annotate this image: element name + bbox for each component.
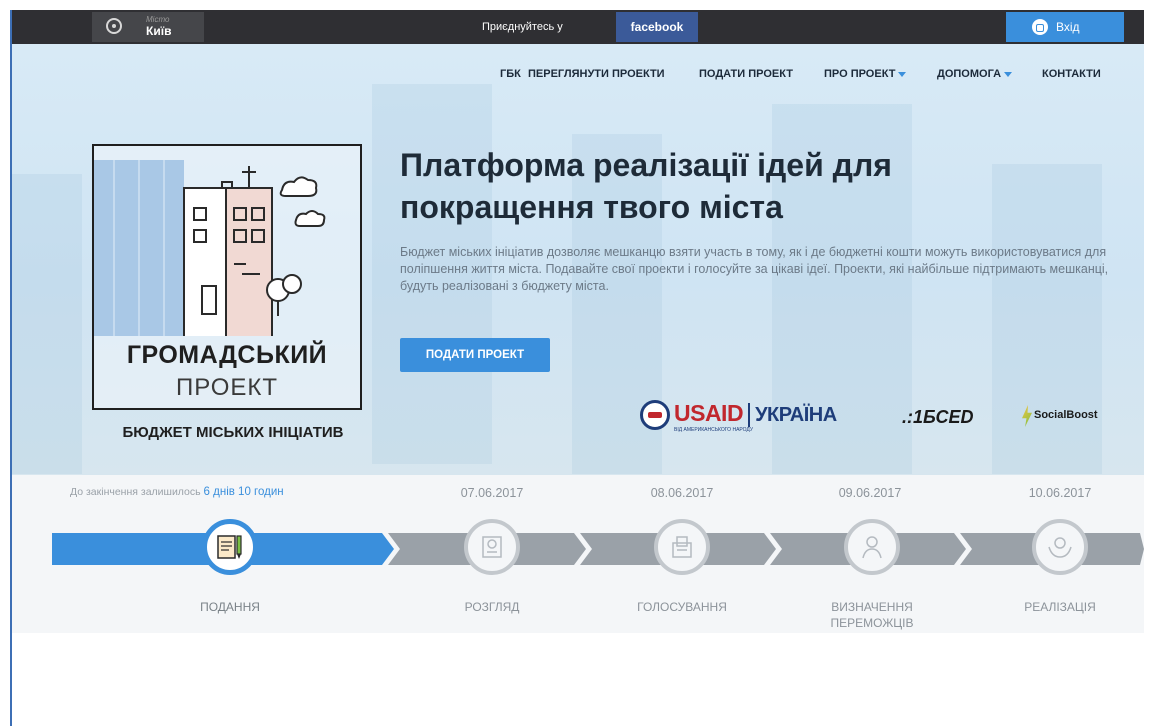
time-remaining-prefix: До закінчення залишилось xyxy=(70,486,201,498)
winner-person-icon xyxy=(862,536,882,559)
hero-headline-line1: Платформа реалізації ідей для xyxy=(400,147,892,183)
city-name: Київ xyxy=(146,24,172,38)
city-label: Місто xyxy=(146,15,170,24)
stage-winners[interactable] xyxy=(844,519,900,575)
nav-item-view-projects[interactable]: ПЕРЕГЛЯНУТИ ПРОЕКТИ xyxy=(528,68,665,80)
stage-label: ГОЛОСУВАННЯ xyxy=(637,600,727,614)
stage-date: 07.06.2017 xyxy=(460,486,524,500)
nav-item-contacts[interactable]: КОНТАКТИ xyxy=(1042,68,1101,80)
stage-label: РЕАЛІЗАЦІЯ xyxy=(1024,600,1096,614)
location-pin-icon xyxy=(106,18,122,34)
chevron-down-icon xyxy=(1004,71,1013,77)
login-label: Вхід xyxy=(1056,20,1080,34)
stage-review[interactable] xyxy=(464,519,520,575)
nav-item-help[interactable]: ДОПОМОГА xyxy=(937,68,1013,80)
logo-subtitle: ПРОЕКТ xyxy=(175,374,279,401)
usaid-logo[interactable]: USAID УКРАЇНА xyxy=(674,400,837,427)
time-remaining-value: 6 днів 10 годин xyxy=(203,486,284,498)
usaid-country: УКРАЇНА xyxy=(755,404,837,426)
top-bar: Місто Київ Приєднуйтесь у facebook Вхід xyxy=(12,10,1144,44)
hero-headline: Платформа реалізації ідей для покращення… xyxy=(400,144,1020,228)
city-selector[interactable]: Місто Київ xyxy=(92,12,204,42)
main-nav: ГБК ПЕРЕГЛЯНУТИ ПРОЕКТИ ПОДАТИ ПРОЕКТ ПР… xyxy=(12,44,1144,94)
login-button[interactable]: Вхід xyxy=(1006,12,1124,42)
stage-date: 09.06.2017 xyxy=(838,486,902,500)
stage-label-line: ВИЗНАЧЕННЯ xyxy=(831,600,913,614)
chevron-down-icon xyxy=(898,71,907,77)
hero-section: ГБК ПЕРЕГЛЯНУТИ ПРОЕКТИ ПОДАТИ ПРОЕКТ ПР… xyxy=(12,44,1144,475)
logo-frame xyxy=(92,144,362,410)
usaid-divider xyxy=(748,402,751,427)
nav-item-submit-project[interactable]: ПОДАТИ ПРОЕКТ xyxy=(699,68,793,80)
hands-coin-icon xyxy=(1048,537,1072,558)
stage-voting[interactable] xyxy=(654,519,710,575)
socialboost-logo[interactable]: SocialBoost xyxy=(1034,409,1098,421)
stage-implementation[interactable] xyxy=(1032,519,1088,575)
join-text: Приєднуйтесь у xyxy=(482,21,563,33)
login-icon xyxy=(1032,19,1048,35)
nav-item-help-label: ДОПОМОГА xyxy=(937,68,1002,80)
nav-item-about[interactable]: ПРО ПРОЕКТ xyxy=(824,68,907,80)
logo-title: ГРОМАДСЬКИЙ xyxy=(126,341,328,369)
nav-item-about-label: ПРО ПРОЕКТ xyxy=(824,68,896,80)
hero-description: Бюджет міських ініціатив дозволяє мешкан… xyxy=(400,245,1109,293)
stage-label: ВИЗНАЧЕННЯ ПЕРЕМОЖЦІВ xyxy=(802,599,942,631)
project-timeline: До закінчення залишилось 6 днів 10 годин… xyxy=(12,475,1144,633)
website: Місто Київ Приєднуйтесь у facebook Вхід … xyxy=(12,10,1144,633)
time-remaining: До закінчення залишилось 6 днів 10 годин xyxy=(70,486,284,498)
nav-item-gbk[interactable]: ГБК xyxy=(500,68,521,80)
logo-tagline: БЮДЖЕТ МІСЬКИХ ІНІЦІАТИВ xyxy=(122,424,344,441)
document-pen-icon xyxy=(217,535,242,559)
usaid-wordmark: USAID xyxy=(674,400,744,426)
stage-label-line: ПЕРЕМОЖЦІВ xyxy=(830,616,914,630)
building-illustration-icon xyxy=(94,160,326,336)
usaid-small-text: ВІД АМЕРИКАНСЬКОГО НАРОДУ xyxy=(674,427,754,433)
stage-label: ПОДАННЯ xyxy=(200,600,260,614)
stage-submission[interactable] xyxy=(202,519,258,575)
hero-headline-line2: покращення твого міста xyxy=(400,189,783,225)
certificate-icon xyxy=(482,536,502,558)
usaid-seal-icon xyxy=(640,400,670,430)
ballot-box-icon xyxy=(672,536,692,558)
stage-date: 08.06.2017 xyxy=(650,486,714,500)
stage-label: РОЗГЛЯД xyxy=(464,600,520,614)
stage-date: 10.06.2017 xyxy=(1028,486,1092,500)
facebook-button[interactable]: facebook xyxy=(616,12,698,42)
background-building-shape xyxy=(12,174,82,474)
ibsed-logo[interactable]: .:1БСЕD xyxy=(902,407,974,428)
submit-project-button[interactable]: ПОДАТИ ПРОЕКТ xyxy=(400,338,550,372)
